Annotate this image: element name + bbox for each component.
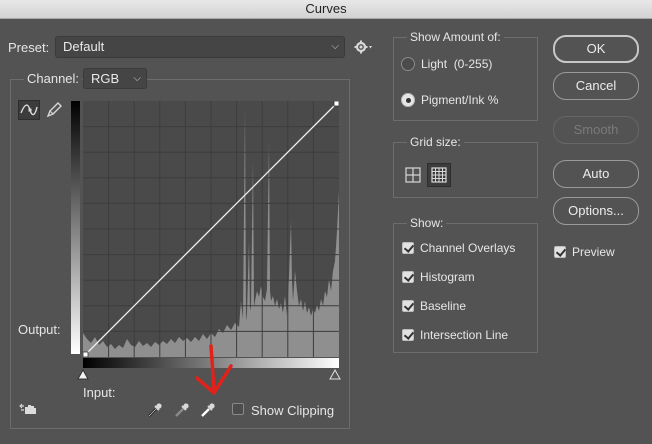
- curves-graph-svg[interactable]: [82, 100, 340, 358]
- channel-label: Channel:: [24, 71, 83, 86]
- show-amount-title: Show Amount of:: [407, 30, 504, 44]
- light-radio-label: Light (0-255): [421, 57, 493, 71]
- gear-icon[interactable]: [354, 39, 374, 55]
- white-input-slider[interactable]: [329, 368, 341, 381]
- pigment-radio-label: Pigment/Ink %: [421, 93, 499, 107]
- baseline-label: Baseline: [420, 299, 467, 313]
- chevron-down-icon: ⌵: [133, 73, 141, 84]
- output-label: Output:: [18, 322, 61, 337]
- channel-value: RGB: [91, 71, 120, 86]
- intersection-line-checkbox[interactable]: [402, 329, 414, 341]
- black-input-slider[interactable]: [77, 368, 89, 381]
- preview-label: Preview: [572, 245, 615, 259]
- show-clipping-checkbox[interactable]: [232, 403, 244, 415]
- curves-graph[interactable]: [82, 100, 340, 358]
- smooth-button: Smooth: [553, 116, 639, 144]
- gray-point-eyedropper-icon[interactable]: [173, 401, 191, 419]
- red-annotation-arrow: [193, 342, 235, 398]
- ok-button[interactable]: OK: [553, 35, 639, 63]
- detailed-grid-icon[interactable]: [427, 163, 451, 187]
- channel-overlays-label: Channel Overlays: [420, 241, 516, 255]
- options-button[interactable]: Options...: [553, 197, 639, 225]
- baseline-checkbox[interactable]: [402, 300, 414, 312]
- channel-overlays-checkbox[interactable]: [402, 242, 414, 254]
- preset-value: Default: [63, 39, 105, 54]
- window-title: Curves: [305, 1, 347, 16]
- targeted-adjustment-icon[interactable]: [19, 400, 41, 418]
- show-amount-group: [393, 37, 538, 121]
- input-label: Input:: [83, 385, 116, 400]
- simple-grid-icon[interactable]: [402, 164, 424, 186]
- black-point-eyedropper-icon[interactable]: [146, 401, 164, 419]
- curve-point-black: [82, 351, 89, 358]
- histogram-checkbox[interactable]: [402, 271, 414, 283]
- preset-dropdown[interactable]: Default ⌵: [55, 36, 345, 58]
- light-radio[interactable]: [401, 57, 415, 71]
- channel-dropdown[interactable]: RGB ⌵: [83, 68, 147, 89]
- white-point-eyedropper-icon[interactable]: [199, 401, 217, 419]
- cancel-button[interactable]: Cancel: [553, 72, 639, 100]
- curve-point-white: [333, 100, 340, 107]
- show-title: Show:: [407, 216, 447, 230]
- intersection-line-label: Intersection Line: [420, 328, 509, 342]
- auto-button[interactable]: Auto: [553, 160, 639, 188]
- window-title-bar: Curves: [0, 0, 652, 19]
- pencil-icon[interactable]: [44, 100, 64, 120]
- chevron-down-icon: ⌵: [331, 41, 339, 52]
- grid-size-title: Grid size:: [407, 135, 464, 149]
- curve-tool-icon[interactable]: [18, 100, 40, 120]
- show-clipping-label: Show Clipping: [251, 403, 335, 418]
- preview-checkbox[interactable]: [554, 246, 566, 258]
- preset-label: Preset:: [8, 40, 50, 55]
- histogram-label: Histogram: [420, 270, 475, 284]
- output-gradient-bar: [71, 101, 80, 354]
- pigment-radio[interactable]: [401, 93, 415, 107]
